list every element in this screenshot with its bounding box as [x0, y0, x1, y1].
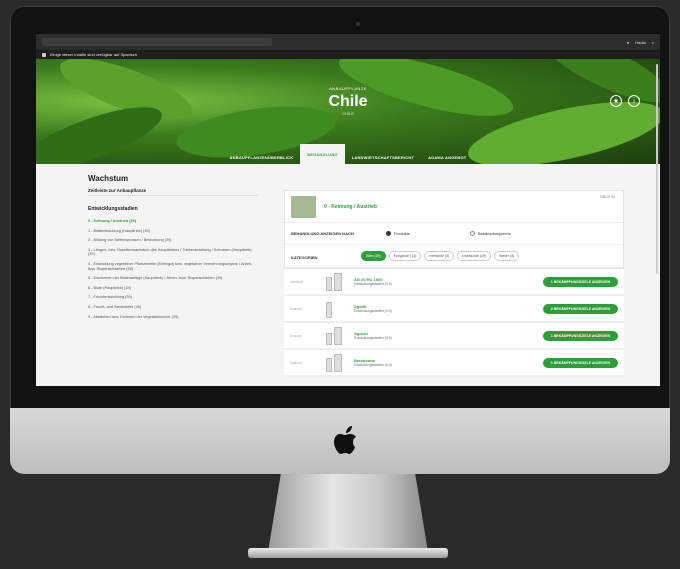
radio-targets-label: Bekämpfungsziele [478, 231, 511, 236]
imac-stand [268, 474, 428, 552]
stage-item[interactable]: 3 - Längen- bzw. Rosettenwachstum des Ha… [88, 248, 258, 257]
product-image [326, 300, 348, 318]
user-icon[interactable]: ● [627, 40, 629, 45]
product-info: Agilith Entwicklungsstadien (0-9) [354, 304, 543, 313]
seedling-image [291, 195, 316, 218]
tab-overview[interactable]: ANBAUPFLANZENÜBERBLICK [223, 150, 301, 164]
product-image [326, 353, 348, 372]
radio-products[interactable]: Produkte [386, 231, 410, 236]
browser-bar: ● Hadia ⌕ [36, 34, 660, 50]
user-label[interactable]: Hadia [635, 40, 645, 45]
stage-item[interactable]: 1 - Blattentwicklung (Haupttrieb) (39) [88, 229, 258, 234]
treatment-card: 0 - Keimung / Austrieb BBCH 00 BEHANDLUN… [284, 190, 624, 269]
camera-dot [356, 22, 360, 26]
show-targets-button[interactable]: 1 BEKÄMPFUNGSZIELE ANZEIGEN [542, 276, 618, 287]
product-info: Agrosil Entwicklungsstadien (0-9) [354, 331, 543, 340]
apple-logo-icon [334, 426, 356, 454]
growth-heading: Wachstum [88, 174, 129, 183]
info-icon [42, 52, 46, 57]
categories-label: KATEGORIEN [291, 255, 318, 260]
product-type: Insektizid [290, 279, 304, 284]
stage-item[interactable]: 9 - Absterben bzw. Eintreten der Vegetat… [88, 315, 258, 320]
show-targets-button[interactable]: 2 BEKÄMPFUNGSZIELE ANZEIGEN [542, 303, 618, 314]
notice-text: Einige dieser Inhalte sind verfügbar auf… [50, 52, 137, 57]
main-content: Wachstum Zeitleiste zur Anbaupflanze Ent… [36, 164, 660, 377]
hero-banner: ANBAUPFLANZE Chile CHILE ★ i ANBAUPFLANZ… [36, 59, 660, 164]
product-info: Beradouna Entwicklungsstadien (0-9) [354, 358, 543, 367]
treatment-panel: 0 - Keimung / Austrieb BBCH 00 BEHANDLUN… [284, 190, 624, 377]
chip-more[interactable]: Weiter (3) [493, 251, 520, 261]
stage-item[interactable]: 7 - Fruchtentwicklung (39) [88, 295, 258, 300]
screen: ● Hadia ⌕ Einige dieser Inhalte sind ver… [36, 34, 660, 386]
radio-on-icon [386, 231, 391, 236]
radio-targets[interactable]: Bekämpfungsziele [470, 231, 511, 236]
product-stages: Entwicklungsstadien (0-9) [354, 363, 392, 367]
timeline-link[interactable]: Zeitleiste zur Anbaupflanze [88, 188, 258, 196]
product-row[interactable]: Akarizid Agrosil Entwicklungsstadien (0-… [284, 323, 624, 350]
product-image [326, 272, 348, 291]
radio-off-icon [470, 231, 476, 236]
chip-insecticides[interactable]: Insektizide (19) [457, 251, 491, 261]
product-row[interactable]: Akarizid Agilith Entwicklungsstadien (0-… [284, 296, 624, 323]
stages-heading: Entwicklungsstadien [88, 206, 138, 212]
hero-title-block: ANBAUPFLANZE Chile CHILE [36, 86, 660, 116]
tab-treatment[interactable]: BEHANDLUNG [300, 144, 345, 164]
language-notice: Einige dieser Inhalte sind verfügbar auf… [36, 50, 660, 59]
favorite-icon[interactable]: ★ [610, 95, 622, 107]
stage-header: 0 - Keimung / Austrieb BBCH 00 [285, 191, 623, 223]
tab-agri-report[interactable]: LANDWIRTSCHAFTSBERICHT [345, 150, 421, 164]
chip-all[interactable]: Alles (39) [361, 251, 386, 261]
info-circle-icon[interactable]: i [628, 95, 640, 107]
product-stages: Entwicklungsstadien (0-9) [354, 336, 392, 340]
product-image [326, 326, 348, 345]
hero-actions: ★ i [610, 95, 640, 107]
product-stages: Entwicklungsstadien (0-9) [354, 282, 392, 286]
chip-fungicides[interactable]: Fungizide (14) [388, 251, 422, 261]
stage-item[interactable]: 6 - Blüte (Haupttrieb) (39) [88, 286, 258, 291]
product-type: Akarizid [290, 333, 302, 338]
tab-adama-offer[interactable]: ADAMA ANGEBOT [421, 150, 473, 164]
bbch-label: BBCH 00 [600, 195, 615, 199]
radio-products-label: Produkte [394, 231, 411, 236]
category-chips: Alles (39) Fungizide (14) Herbizide (3) … [361, 251, 541, 261]
stage-item[interactable]: 0 - Keimung / Austrieb (39) [88, 219, 258, 224]
growth-sidebar: Wachstum Zeitleiste zur Anbaupflanze Ent… [88, 174, 258, 377]
view-by-label: BEHANDLUNG ANZEIGEN NACH [291, 231, 354, 236]
view-by-row: BEHANDLUNG ANZEIGEN NACH Produkte Bekämp… [285, 223, 623, 245]
hero-kicker: ANBAUPFLANZE [329, 86, 367, 91]
url-bar[interactable] [42, 38, 272, 46]
product-row[interactable]: Akarizid Beradouna Entwicklungsstadien (… [284, 350, 624, 377]
hero-title: Chile [328, 93, 368, 110]
hero-subtitle: CHILE [342, 111, 354, 116]
stage-item[interactable]: 5 - Erscheinen der Blütenanlage (Haupttr… [88, 276, 258, 281]
imac-stand-base [248, 548, 448, 558]
stage-title: 0 - Keimung / Austrieb [324, 203, 377, 210]
product-stages: Entwicklungsstadien (0-9) [354, 309, 392, 313]
chip-herbicides[interactable]: Herbizide (3) [424, 251, 455, 261]
stage-item[interactable]: 2 - Bildung von Seitensprossen / Bestock… [88, 238, 258, 243]
page-scrollbar[interactable] [656, 64, 658, 274]
hero-tabs: ANBAUPFLANZENÜBERBLICK BEHANDLUNG LANDWI… [36, 144, 660, 164]
stage-item[interactable]: 8 - Frucht- und Samenreife (39) [88, 305, 258, 310]
show-targets-button[interactable]: 1 BEKÄMPFUNGSZIELE ANZEIGEN [542, 330, 618, 341]
product-type: Akarizid [290, 360, 302, 365]
categories-row: KATEGORIEN Alles (39) Fungizide (14) Her… [285, 245, 623, 268]
show-targets-button[interactable]: 1 BEKÄMPFUNGSZIELE ANZEIGEN [542, 357, 618, 368]
search-icon[interactable]: ⌕ [652, 40, 654, 45]
product-type: Akarizid [290, 306, 302, 311]
product-row[interactable]: Insektizid AG 20 HC 1920 Entwicklungssta… [284, 269, 624, 296]
stage-item[interactable]: 4 - Entwicklung vegetativer Pflanzenteil… [88, 262, 258, 271]
product-info: AG 20 HC 1920 Entwicklungsstadien (0-9) [354, 277, 543, 286]
